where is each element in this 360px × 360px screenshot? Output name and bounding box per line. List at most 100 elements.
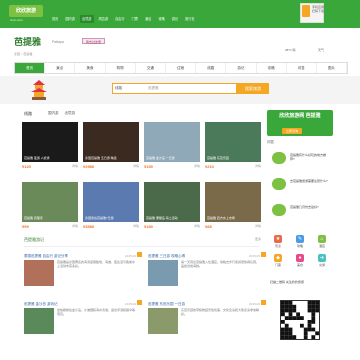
travelogue-photo[interactable] — [24, 260, 54, 286]
travelogue-headline[interactable]: 芭提雅 东芭乐园 一日游 — [148, 302, 260, 307]
city-tab[interactable]: 游记 — [226, 63, 257, 73]
search-button[interactable]: 搜索旅游 — [237, 83, 269, 94]
travelogue-photo[interactable] — [148, 260, 178, 286]
nav-item[interactable]: 出境游 — [79, 15, 94, 23]
quick-link-label: 攻略 — [296, 244, 303, 248]
product-card[interactable]: 泰国曼谷芭提雅7日游 ¥3580 详情 — [83, 182, 139, 238]
nav-item[interactable]: 门票 — [130, 15, 140, 23]
product-detail-link[interactable]: 详情 — [194, 224, 200, 228]
city-tab[interactable]: 美食 — [75, 63, 106, 73]
nav-item[interactable]: 国内游 — [63, 15, 77, 23]
nav-item[interactable]: 旅行社 — [183, 15, 197, 23]
products-tab-domestic[interactable]: 国内游 — [48, 111, 59, 116]
product-price: ¥99 — [22, 224, 29, 229]
quick-link[interactable]: ⌂ 酒店 — [311, 235, 333, 248]
city-tab[interactable]: 图片 — [317, 63, 348, 73]
travelogue-photo[interactable] — [148, 308, 178, 334]
product-price: ¥2980 — [83, 164, 95, 169]
product-image[interactable]: 芭提雅 东芭乐园 — [205, 122, 261, 162]
products-tab-outbound[interactable]: 出境游 — [65, 111, 76, 116]
quick-link[interactable]: ★ 景点 — [267, 235, 289, 248]
product-detail-link[interactable]: 详情 — [255, 164, 261, 168]
nav-item[interactable]: 游记 — [170, 15, 180, 23]
product-price: ¥180 — [144, 224, 153, 229]
product-image[interactable]: 芭提雅 金沙岛 一日游 — [144, 122, 200, 162]
quick-link[interactable]: ✎ 攻略 — [289, 235, 311, 248]
product-card[interactable]: 泰国芭提雅 五日游 精选 ¥2980 详情 — [83, 122, 139, 178]
product-card[interactable]: 芭提雅 真理寺 ¥99 详情 — [22, 182, 78, 238]
product-image[interactable]: 芭提雅 真理寺 — [22, 182, 78, 222]
travelogue-photo[interactable] — [24, 308, 54, 334]
quick-link[interactable]: ● 美食 — [289, 254, 311, 267]
qa-question[interactable]: 芭提雅有什么好玩的地方推荐? — [290, 153, 328, 161]
quick-link[interactable]: ➜ 交通 — [311, 254, 333, 267]
search-input[interactable]: 芭提雅 — [148, 86, 228, 91]
weather-label[interactable]: 天气 — [318, 48, 324, 52]
product-image[interactable]: 泰国曼谷芭提雅7日游 — [83, 182, 139, 222]
city-tab[interactable]: 住宿 — [166, 63, 197, 73]
product-image[interactable]: 泰国芭提雅 五日游 精选 — [83, 122, 139, 162]
city-tab[interactable]: 购物 — [106, 63, 136, 73]
nav-item[interactable]: 酒店 — [143, 15, 153, 23]
nav-item[interactable]: 自由行 — [113, 15, 127, 23]
travelogue-headline[interactable]: 芭提雅 金沙岛 游玩记 — [24, 302, 136, 307]
product-price: ¥3580 — [83, 224, 95, 229]
city-english-name: Pattaya — [52, 40, 64, 44]
promo-title: 欣欣旅游网 芭提雅 — [279, 113, 321, 119]
product-detail-link[interactable]: 详情 — [72, 224, 78, 228]
product-grid: 芭提雅 夜游 人妖秀 ¥120 详情 泰国芭提雅 五日游 精选 ¥2980 详情… — [22, 122, 261, 238]
product-detail-link[interactable]: 详情 — [72, 164, 78, 168]
product-detail-link[interactable]: 详情 — [133, 224, 139, 228]
qa-question[interactable]: 去芭提雅旅游需要注意什么? — [290, 179, 328, 183]
travelogue-date: 2015-05 — [248, 254, 260, 258]
nav-item[interactable]: 攻略 — [156, 15, 166, 23]
travelogue-date: 2015-03 — [248, 302, 260, 306]
city-tab[interactable]: 首页 — [15, 63, 46, 73]
travelogue-item[interactable]: 芭提雅 东芭乐园 一日游 2015-03 东芭乐园热带植物园景色优美，文化表演和… — [148, 302, 260, 334]
travelogue-item[interactable]: 芭提雅 三日游 攻略心得 2015-05 第一天到达芭提雅入住酒店，傍晚去步行街… — [148, 254, 260, 286]
logo-subtitle: cncn.com — [10, 18, 23, 22]
nav-item[interactable]: 首页 — [50, 15, 60, 23]
travelogue-headline[interactable]: 芭提雅 三日游 攻略心得 — [148, 254, 260, 259]
product-detail-link[interactable]: 详情 — [255, 224, 261, 228]
product-card[interactable]: 芭提雅 金沙岛 一日游 ¥150 详情 — [144, 122, 200, 178]
products-tabs: 国内游 出境游 — [48, 111, 75, 116]
product-card[interactable]: 芭提雅 东芭乐园 ¥210 详情 — [205, 122, 261, 178]
product-card[interactable]: 芭提雅 珊瑚岛 海上活动 ¥180 详情 — [144, 182, 200, 238]
search-type-select[interactable]: 线路 — [115, 86, 122, 91]
nav-item[interactable]: 周边游 — [97, 15, 111, 23]
quick-link[interactable]: ◆ 门票 — [267, 254, 289, 267]
chat-bubble-icon — [272, 178, 286, 190]
product-card[interactable]: 芭提雅 四方水上市场 ¥88 详情 — [205, 182, 261, 238]
travelogue-headline[interactable]: 泰国芭提雅 自由行 游记分享 — [24, 254, 136, 259]
travelogue-item[interactable]: 泰国芭提雅 自由行 游记分享 2015-06 芭提雅是泰国著名的海滨度假胜地，海… — [24, 254, 136, 286]
travelogue-summary: 芭提雅是泰国著名的海滨度假胜地，海滩、夜生活与各类水上活动丰富多彩。 — [57, 260, 136, 268]
qa-question[interactable]: 芭提雅几月份去最好? — [290, 205, 328, 209]
product-image[interactable]: 芭提雅 珊瑚岛 海上活动 — [144, 182, 200, 222]
qa-title: 问答 — [267, 140, 274, 144]
travelogue-item[interactable]: 芭提雅 金沙岛 游玩记 2015-04 坐快艇前往金沙岛，沙滩细腻海水清澈，适合… — [24, 302, 136, 334]
product-image[interactable]: 芭提雅 四方水上市场 — [205, 182, 261, 222]
city-tab[interactable]: 线路 — [196, 63, 227, 73]
travelogue-more-link[interactable]: 更多 — [255, 237, 261, 241]
city-tab[interactable]: 交通 — [136, 63, 166, 73]
been-here-button[interactable]: 我去过这里 — [82, 38, 106, 44]
bookmark-icon — [261, 252, 266, 257]
promo-button[interactable]: 立即咨询 — [282, 128, 303, 134]
quick-link-label: 交通 — [318, 263, 325, 267]
city-tab[interactable]: 问答 — [287, 63, 317, 73]
city-tab[interactable]: 攻略 — [257, 63, 287, 73]
product-image[interactable]: 芭提雅 夜游 人妖秀 — [22, 122, 78, 162]
chat-bubble-icon — [272, 152, 286, 164]
qr-code-icon — [280, 300, 320, 340]
product-caption: 芭提雅 四方水上市场 — [207, 215, 235, 220]
site-logo[interactable]: 欣欣旅游 — [9, 5, 43, 17]
product-detail-link[interactable]: 详情 — [194, 164, 200, 168]
product-card[interactable]: 芭提雅 夜游 人妖秀 ¥120 详情 — [22, 122, 78, 178]
quick-link-icon: ➜ — [318, 254, 326, 262]
city-tab[interactable]: 景点 — [45, 63, 76, 73]
quick-link-icon: ● — [296, 254, 304, 262]
product-detail-link[interactable]: 详情 — [133, 164, 139, 168]
travelogue-date: 2015-04 — [124, 302, 136, 306]
quick-link-label: 酒店 — [318, 244, 325, 248]
